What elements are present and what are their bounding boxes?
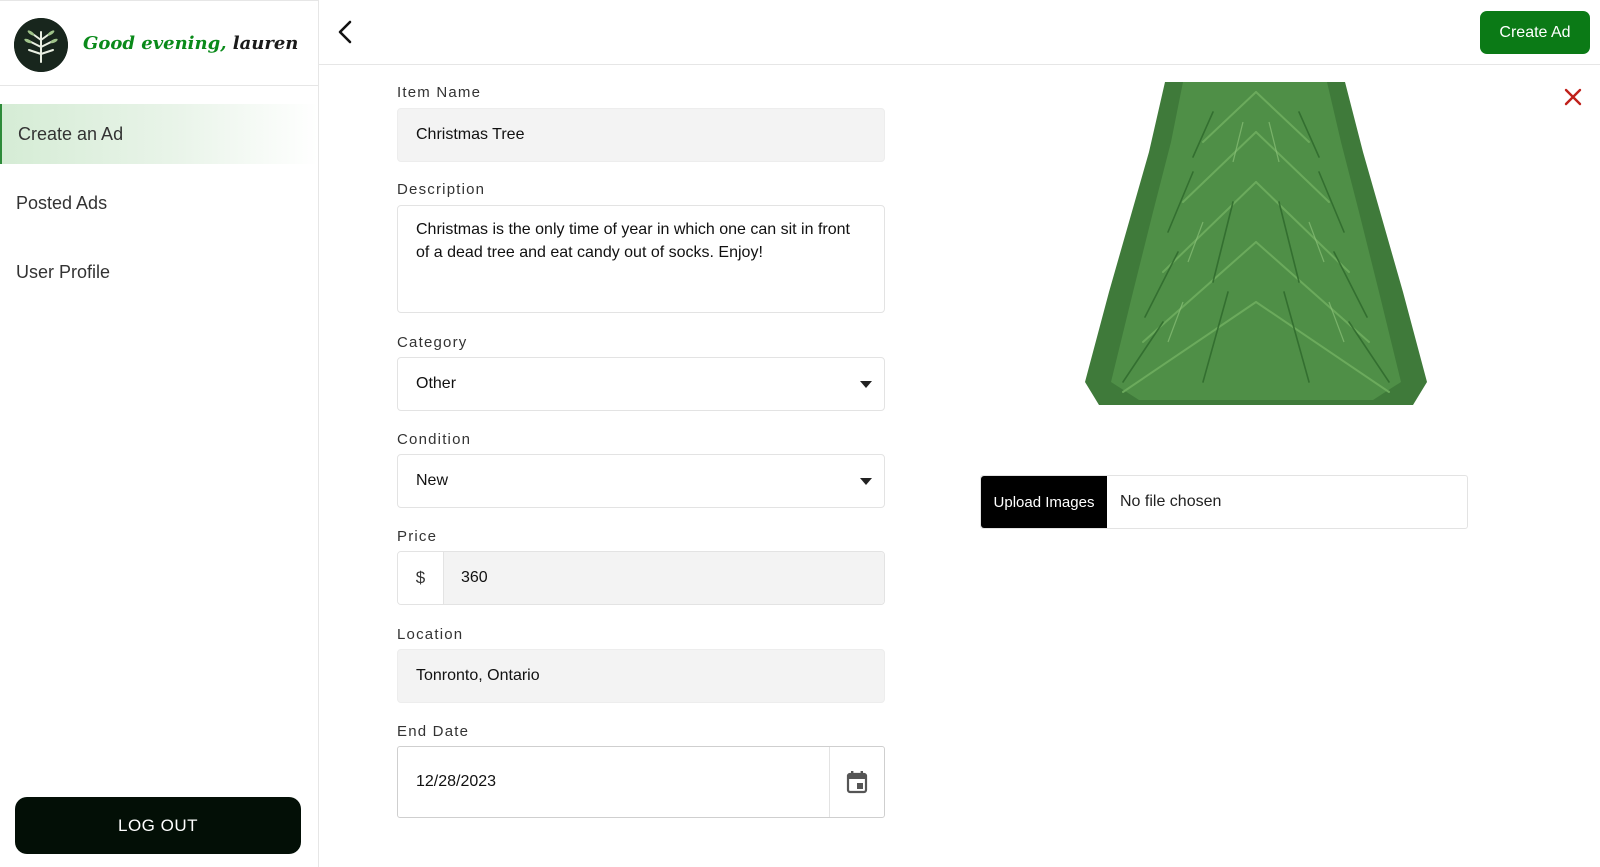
greeting-label: Good evening, [83, 33, 227, 54]
chevron-left-icon [338, 20, 352, 44]
calendar-button[interactable] [830, 747, 884, 817]
category-select[interactable]: Other [397, 357, 885, 411]
currency-prefix: $ [398, 552, 444, 604]
item-name-label: Item Name [397, 84, 482, 101]
sidebar-item-posted-ads[interactable]: Posted Ads [0, 173, 318, 233]
caret-down-icon [860, 381, 872, 388]
price-input-group: $ 360 [397, 551, 885, 605]
sidebar: Good evening, lauren Create an Ad Posted… [0, 0, 319, 867]
category-label: Category [397, 334, 468, 351]
calendar-icon [846, 771, 868, 794]
upload-status-text: No file chosen [1120, 493, 1222, 510]
price-label: Price [397, 528, 438, 545]
sidebar-item-label: User Profile [16, 261, 111, 282]
sidebar-item-create-an-ad[interactable]: Create an Ad [0, 104, 318, 164]
end-date-field: 12/28/2023 [397, 746, 885, 818]
condition-value: New [416, 472, 449, 489]
category-value: Other [416, 375, 457, 392]
logout-button[interactable]: LOG OUT [15, 797, 301, 854]
upload-images-button[interactable]: Upload Images [981, 476, 1107, 528]
caret-down-icon [860, 478, 872, 485]
location-input[interactable]: Tonronto, Ontario [397, 649, 885, 703]
condition-label: Condition [397, 431, 472, 448]
sidebar-item-user-profile[interactable]: User Profile [0, 242, 318, 302]
image-upload-field: Upload Images No file chosen [980, 475, 1468, 529]
top-bar: Create Ad [319, 0, 1600, 65]
remove-image-button[interactable] [1562, 86, 1584, 108]
close-icon [1564, 88, 1582, 106]
description-label: Description [397, 181, 486, 198]
description-textarea[interactable]: Christmas is the only time of year in wh… [397, 205, 885, 313]
location-label: Location [397, 626, 464, 643]
condition-select[interactable]: New [397, 454, 885, 508]
create-ad-button[interactable]: Create Ad [1480, 11, 1590, 54]
price-input[interactable]: 360 [444, 552, 884, 604]
avatar [14, 18, 68, 72]
sidebar-item-label: Create an Ad [18, 123, 124, 144]
back-button[interactable] [332, 18, 358, 46]
item-name-input[interactable]: Christmas Tree [397, 108, 885, 162]
sidebar-header: Good evening, lauren [0, 0, 318, 86]
greeting-text: Good evening, lauren [83, 33, 298, 54]
user-name: lauren [232, 33, 299, 54]
end-date-input[interactable]: 12/28/2023 [398, 747, 830, 817]
end-date-label: End Date [397, 723, 470, 740]
item-image-preview [1083, 82, 1429, 405]
sidebar-item-label: Posted Ads [16, 192, 108, 213]
